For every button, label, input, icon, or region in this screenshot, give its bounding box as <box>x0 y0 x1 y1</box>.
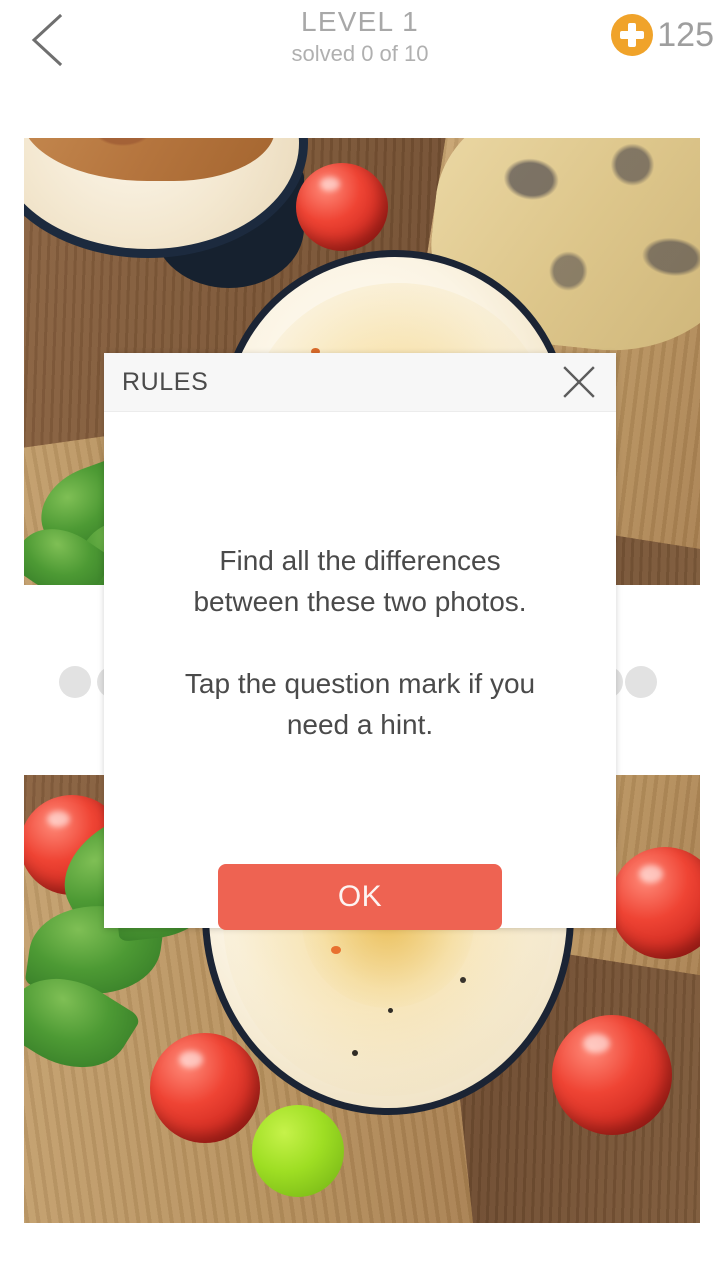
tomato-bottom-left <box>150 1033 260 1143</box>
top-bar: LEVEL 1 solved 0 of 10 125 <box>0 0 720 100</box>
level-title-block: LEVEL 1 solved 0 of 10 <box>180 4 540 65</box>
tomato-right-lower <box>552 1015 672 1135</box>
ok-button-label: OK <box>337 880 383 913</box>
page-title: LEVEL 1 <box>301 6 419 37</box>
dialog-body: Find all the differences between these t… <box>104 412 616 930</box>
pepper-speck <box>388 1007 393 1013</box>
level-progress-text: solved 0 of 10 <box>291 41 429 66</box>
close-x-icon <box>563 366 595 398</box>
rules-dialog: RULES Find all the differences between t… <box>104 353 616 930</box>
lime <box>252 1105 344 1197</box>
ok-button[interactable]: OK <box>218 864 502 930</box>
dialog-title: RULES <box>122 367 209 396</box>
tomato-top <box>296 163 388 251</box>
difference-marker[interactable] <box>625 666 657 698</box>
pepper-speck <box>459 976 466 983</box>
coin-balance[interactable]: 125 <box>611 14 714 56</box>
plus-coin-icon <box>611 14 654 56</box>
back-button[interactable] <box>10 4 86 76</box>
rules-text: Find all the differences between these t… <box>184 545 536 740</box>
dialog-header: RULES <box>104 353 616 412</box>
minced-meat <box>24 138 275 182</box>
coin-count-label: 125 <box>657 16 714 54</box>
difference-marker[interactable] <box>59 666 91 698</box>
close-button[interactable] <box>556 359 602 405</box>
game-screen: LEVEL 1 solved 0 of 10 125 RULES Find al… <box>0 0 720 1280</box>
paprika-speck <box>330 945 341 954</box>
chevron-left-icon <box>31 13 63 67</box>
